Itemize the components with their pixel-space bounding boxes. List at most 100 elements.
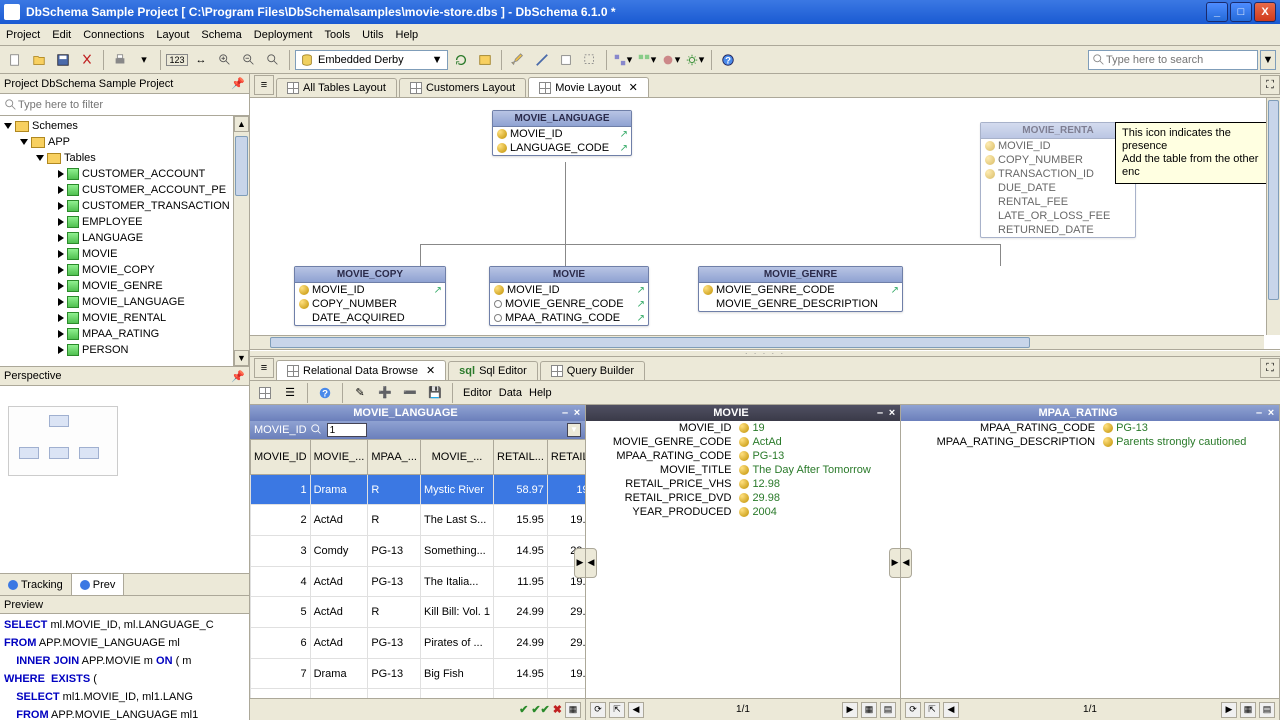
maximize-panel-button[interactable]: ⛶ <box>1260 358 1280 378</box>
maximize-panel-button[interactable]: ⛶ <box>1260 75 1280 95</box>
minimize-button[interactable]: _ <box>1206 2 1228 22</box>
pane-close-icon[interactable]: × <box>571 407 583 419</box>
pin-icon[interactable]: 📌 <box>231 370 245 383</box>
layout-dd-2[interactable]: ▾ <box>636 49 658 71</box>
canvas-hscroll[interactable] <box>250 335 1264 349</box>
zoom-fit-button[interactable]: ↔ <box>190 49 212 71</box>
save-button[interactable] <box>52 49 74 71</box>
tree-tables[interactable]: Tables <box>2 150 247 166</box>
prev-page-icon[interactable]: ◀ <box>943 702 959 718</box>
menu-project[interactable]: Project <box>6 29 40 41</box>
close-button[interactable]: X <box>1254 2 1276 22</box>
help-button[interactable]: ? <box>717 49 739 71</box>
next-page-icon[interactable]: ▶ <box>842 702 858 718</box>
editor-label[interactable]: Editor <box>463 387 492 399</box>
layout-dd-3[interactable]: ▾ <box>660 49 682 71</box>
table-row[interactable]: 4ActAdPG-13The Italia...11.9519.992003 <box>251 566 586 597</box>
menu-connections[interactable]: Connections <box>83 29 144 41</box>
tree-item[interactable]: MOVIE <box>2 246 247 262</box>
pane-min-icon[interactable]: – <box>874 407 886 419</box>
commit-icon[interactable]: ✔ <box>519 703 528 716</box>
tree-item[interactable]: EMPLOYEE <box>2 214 247 230</box>
search-box[interactable] <box>1088 50 1258 70</box>
perspective-thumbnail[interactable] <box>8 406 118 476</box>
layout-dd-1[interactable]: ▾ <box>612 49 634 71</box>
tree-item[interactable]: MOVIE_GENRE <box>2 278 247 294</box>
tab-customers[interactable]: Customers Layout <box>399 78 526 97</box>
search-input[interactable] <box>1106 54 1254 66</box>
tree-filter[interactable] <box>0 94 249 116</box>
tree-schemes[interactable]: Schemes <box>2 118 247 134</box>
tab-sql-editor[interactable]: sqlSql Editor <box>448 361 538 380</box>
tree-item[interactable]: CUSTOMER_ACCOUNT_PE <box>2 182 247 198</box>
tree-item[interactable]: LANGUAGE <box>2 230 247 246</box>
tb-del-button[interactable]: ➖ <box>399 382 421 404</box>
zoom-in-button[interactable] <box>214 49 236 71</box>
grid-view-icon[interactable]: ▦ <box>861 702 877 718</box>
tab-data-browse[interactable]: Relational Data Browse✕ <box>276 360 446 380</box>
entity-movie[interactable]: MOVIE MOVIE_ID↗ MOVIE_GENRE_CODE↗ MPAA_R… <box>489 266 649 326</box>
entity-movie-copy[interactable]: MOVIE_COPY MOVIE_ID↗ COPY_NUMBER DATE_AC… <box>294 266 446 326</box>
table-row[interactable]: 6ActAdPG-13Pirates of ...24.9929.992003 <box>251 628 586 659</box>
commit-all-icon[interactable]: ✔✔ <box>531 703 549 716</box>
prev-page-icon[interactable]: ◀ <box>628 702 644 718</box>
form-view-icon[interactable]: ▤ <box>880 702 896 718</box>
pin-icon[interactable]: 📌 <box>231 77 245 90</box>
refresh-button[interactable] <box>450 49 472 71</box>
menu-layout[interactable]: Layout <box>156 29 189 41</box>
entity-movie-genre[interactable]: MOVIE_GENRE MOVIE_GENRE_CODE↗ MOVIE_GENR… <box>698 266 903 312</box>
refresh-icon[interactable]: ⟳ <box>905 702 921 718</box>
group-tool-button[interactable] <box>579 49 601 71</box>
tab-preview[interactable]: Prev <box>72 574 125 595</box>
tb-help-button[interactable]: ? <box>314 382 336 404</box>
menu-utils[interactable]: Utils <box>362 29 383 41</box>
table-row[interactable]: 5ActAdRKill Bill: Vol. 124.9929.992003 <box>251 597 586 628</box>
export-icon[interactable]: ⇱ <box>924 702 940 718</box>
grid-view-icon[interactable]: ▦ <box>565 702 581 718</box>
tb-add-button[interactable]: ➕ <box>374 382 396 404</box>
zoom-reset-button[interactable] <box>262 49 284 71</box>
tab-tracking[interactable]: Tracking <box>0 574 72 595</box>
pane-close-icon[interactable]: × <box>1265 407 1277 419</box>
schema-button[interactable] <box>474 49 496 71</box>
tree-item[interactable]: MOVIE_COPY <box>2 262 247 278</box>
tab-query-builder[interactable]: Query Builder <box>540 361 645 380</box>
tb-save-button[interactable]: 💾 <box>424 382 446 404</box>
cut-button[interactable] <box>76 49 98 71</box>
gear-button[interactable]: ▾ <box>684 49 706 71</box>
filter-dropdown[interactable]: ▼ <box>567 423 581 437</box>
record-view[interactable]: MOVIE_ID19 MOVIE_GENRE_CODEActAd MPAA_RA… <box>586 421 900 519</box>
data-label[interactable]: Data <box>499 387 522 399</box>
close-tab-icon[interactable]: ✕ <box>426 364 435 377</box>
data-table[interactable]: MOVIE_IDMOVIE_...MPAA_...MOVIE_...RETAIL… <box>250 439 585 720</box>
menu-deployment[interactable]: Deployment <box>254 29 313 41</box>
menu-edit[interactable]: Edit <box>52 29 71 41</box>
table-row[interactable]: 7DramaPG-13Big Fish14.9519.942003 <box>251 658 586 689</box>
tb-grid-button[interactable] <box>254 382 276 404</box>
zoom-100-button[interactable]: 123 <box>166 49 188 71</box>
next-page-icon[interactable]: ▶ <box>1221 702 1237 718</box>
tree-app[interactable]: APP <box>2 134 247 150</box>
pane-min-icon[interactable]: – <box>1253 407 1265 419</box>
diagram-canvas[interactable]: MOVIE_LANGUAGE MOVIE_ID↗ LANGUAGE_CODE↗ … <box>250 98 1280 350</box>
note-tool-button[interactable] <box>555 49 577 71</box>
menu-schema[interactable]: Schema <box>201 29 241 41</box>
print-button[interactable] <box>109 49 131 71</box>
tree-item[interactable]: MOVIE_LANGUAGE <box>2 294 247 310</box>
open-button[interactable] <box>28 49 50 71</box>
tabs-menu-button[interactable]: ≡ <box>254 75 274 95</box>
menu-tools[interactable]: Tools <box>324 29 350 41</box>
new-button[interactable] <box>4 49 26 71</box>
help-label[interactable]: Help <box>529 387 552 399</box>
edit-tool-button[interactable] <box>507 49 529 71</box>
tree-item[interactable]: MOVIE_RENTAL <box>2 310 247 326</box>
filter-value-input[interactable] <box>327 423 367 437</box>
tree-item[interactable]: CUSTOMER_ACCOUNT <box>2 166 247 182</box>
grid-view-icon[interactable]: ▦ <box>1240 702 1256 718</box>
canvas-vscroll[interactable] <box>1266 98 1280 335</box>
search-dropdown[interactable]: ▼ <box>1260 50 1276 70</box>
tabs-menu-button[interactable]: ≡ <box>254 358 274 378</box>
cancel-icon[interactable]: ✖ <box>553 703 562 716</box>
filter-input[interactable] <box>18 99 245 111</box>
db-engine-select[interactable]: Embedded Derby ▼ <box>295 50 448 70</box>
